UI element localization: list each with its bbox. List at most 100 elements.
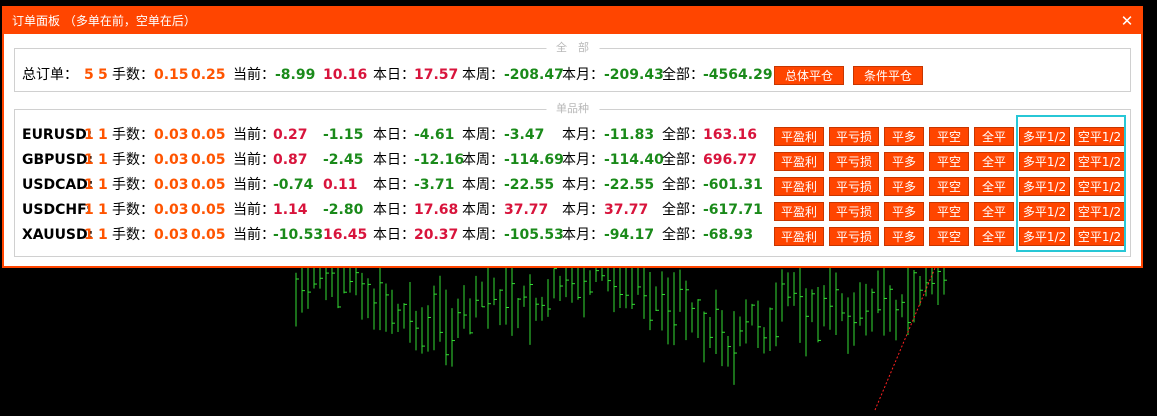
close-buy-button[interactable]: 平多 <box>884 227 924 246</box>
close-half-buy-button[interactable]: 多平1/2 <box>1019 177 1070 196</box>
current-label: 当前： <box>233 227 275 243</box>
all-value: 696.77 <box>703 152 758 168</box>
symbol-label: GBPUSD: <box>22 152 94 168</box>
close-half-sell-button[interactable]: 空平1/2 <box>1074 202 1125 221</box>
day-value: -3.71 <box>414 177 455 193</box>
total-lots-sell: 0.25 <box>191 67 226 83</box>
close-profit-button[interactable]: 平盈利 <box>774 227 824 246</box>
lots-label: 手数： <box>112 152 154 168</box>
day-label: 本日： <box>373 227 415 243</box>
all-value: -617.71 <box>703 202 763 218</box>
panel-title-bar: 订单面板 （多单在前，空单在后） ✕ <box>4 8 1141 34</box>
close-profit-button[interactable]: 平盈利 <box>774 202 824 221</box>
close-profit-button[interactable]: 平盈利 <box>774 152 824 171</box>
all-label: 全部： <box>662 152 704 168</box>
month-value: -22.55 <box>604 177 655 193</box>
month-value: 37.77 <box>604 202 649 218</box>
lots-label: 手数： <box>112 177 154 193</box>
close-buy-button[interactable]: 平多 <box>884 127 924 146</box>
all-value: -68.93 <box>703 227 754 243</box>
sell-orders: 1 <box>98 152 108 168</box>
month-label: 本月： <box>562 202 604 218</box>
conditional-close-button[interactable]: 条件平仓 <box>853 66 923 85</box>
month-value: -94.17 <box>604 227 655 243</box>
close-half-sell-button[interactable]: 空平1/2 <box>1074 177 1125 196</box>
order-panel: 订单面板 （多单在前，空单在后） ✕ 全 部 总订单： 5 5 手数： 0.15… <box>2 6 1143 268</box>
close-sell-button[interactable]: 平空 <box>929 177 969 196</box>
symbol-label: USDCHF: <box>22 202 92 218</box>
week-value: -105.53 <box>504 227 564 243</box>
current-sell: 16.45 <box>323 227 368 243</box>
panel-title: 订单面板 （多单在前，空单在后） <box>12 14 196 28</box>
current-sell: 0.11 <box>323 177 358 193</box>
close-half-buy-button[interactable]: 多平1/2 <box>1019 202 1070 221</box>
close-all-symbol-button[interactable]: 全平 <box>974 152 1014 171</box>
total-orders-sell: 5 <box>98 67 108 83</box>
close-loss-button[interactable]: 平亏损 <box>829 152 879 171</box>
total-all-label: 全部： <box>662 67 704 83</box>
month-label: 本月： <box>562 152 604 168</box>
current-sell: -1.15 <box>323 127 364 143</box>
close-icon[interactable]: ✕ <box>1119 8 1135 34</box>
buy-orders: 1 <box>84 227 94 243</box>
week-value: -22.55 <box>504 177 555 193</box>
close-loss-button[interactable]: 平亏损 <box>829 127 879 146</box>
close-half-sell-button[interactable]: 空平1/2 <box>1074 127 1125 146</box>
total-current-label: 当前： <box>233 67 275 83</box>
sell-orders: 1 <box>98 202 108 218</box>
close-all-symbol-button[interactable]: 全平 <box>974 202 1014 221</box>
week-label: 本周： <box>462 202 504 218</box>
close-loss-button[interactable]: 平亏损 <box>829 202 879 221</box>
close-buy-button[interactable]: 平多 <box>884 177 924 196</box>
close-buy-button[interactable]: 平多 <box>884 152 924 171</box>
current-buy: 0.27 <box>273 127 308 143</box>
close-half-sell-button[interactable]: 空平1/2 <box>1074 227 1125 246</box>
total-day-value: 17.57 <box>414 67 459 83</box>
close-loss-button[interactable]: 平亏损 <box>829 227 879 246</box>
close-sell-button[interactable]: 平空 <box>929 202 969 221</box>
close-loss-button[interactable]: 平亏损 <box>829 177 879 196</box>
close-sell-button[interactable]: 平空 <box>929 152 969 171</box>
lots-sell: 0.05 <box>191 127 226 143</box>
current-label: 当前： <box>233 202 275 218</box>
lots-buy: 0.03 <box>154 127 189 143</box>
day-label: 本日： <box>373 202 415 218</box>
week-value: -114.69 <box>504 152 564 168</box>
close-half-buy-button[interactable]: 多平1/2 <box>1019 127 1070 146</box>
all-label: 全部： <box>662 202 704 218</box>
close-half-buy-button[interactable]: 多平1/2 <box>1019 227 1070 246</box>
close-profit-button[interactable]: 平盈利 <box>774 127 824 146</box>
sell-orders: 1 <box>98 127 108 143</box>
day-value: -4.61 <box>414 127 455 143</box>
current-sell: -2.80 <box>323 202 364 218</box>
close-half-sell-button[interactable]: 空平1/2 <box>1074 152 1125 171</box>
all-label: 全部： <box>662 127 704 143</box>
lots-buy: 0.03 <box>154 152 189 168</box>
close-all-symbol-button[interactable]: 全平 <box>974 227 1014 246</box>
close-sell-button[interactable]: 平空 <box>929 227 969 246</box>
day-value: 20.37 <box>414 227 459 243</box>
total-day-label: 本日： <box>373 67 415 83</box>
close-sell-button[interactable]: 平空 <box>929 127 969 146</box>
close-all-symbol-button[interactable]: 全平 <box>974 127 1014 146</box>
close-half-buy-button[interactable]: 多平1/2 <box>1019 152 1070 171</box>
day-value: 17.68 <box>414 202 459 218</box>
week-label: 本周： <box>462 127 504 143</box>
all-label: 全部： <box>662 227 704 243</box>
buy-orders: 1 <box>84 152 94 168</box>
week-label: 本周： <box>462 177 504 193</box>
sell-orders: 1 <box>98 227 108 243</box>
total-week-value: -208.47 <box>504 67 564 83</box>
day-label: 本日： <box>373 127 415 143</box>
total-orders-buy: 5 <box>84 67 94 83</box>
all-label: 全部： <box>662 177 704 193</box>
close-all-button[interactable]: 总体平仓 <box>774 66 844 85</box>
week-label: 本周： <box>462 227 504 243</box>
close-buy-button[interactable]: 平多 <box>884 202 924 221</box>
close-all-symbol-button[interactable]: 全平 <box>974 177 1014 196</box>
lots-sell: 0.05 <box>191 227 226 243</box>
total-current-sell: 10.16 <box>323 67 368 83</box>
close-profit-button[interactable]: 平盈利 <box>774 177 824 196</box>
all-value: 163.16 <box>703 127 758 143</box>
month-label: 本月： <box>562 127 604 143</box>
